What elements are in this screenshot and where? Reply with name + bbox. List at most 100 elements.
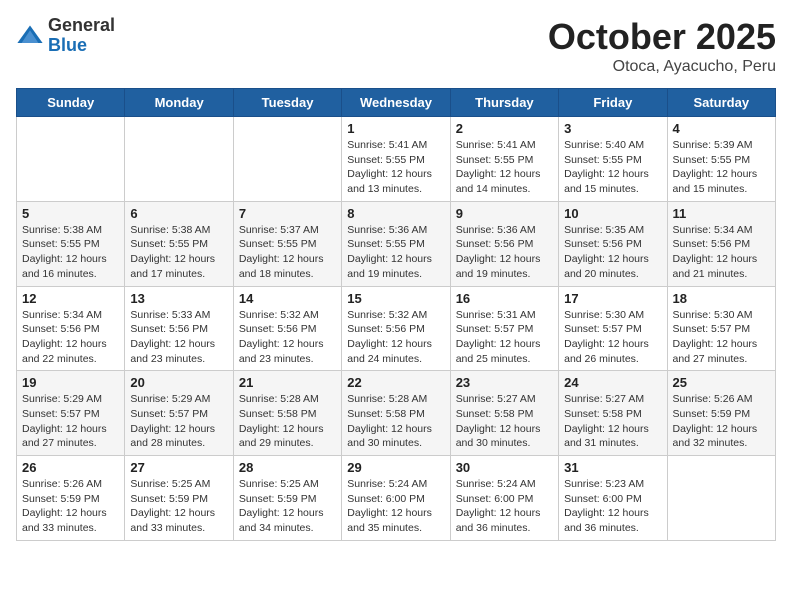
calendar-cell: 20Sunrise: 5:29 AM Sunset: 5:57 PM Dayli… [125,371,233,456]
weekday-header-tuesday: Tuesday [233,89,341,117]
calendar-cell [125,117,233,202]
day-info: Sunrise: 5:29 AM Sunset: 5:57 PM Dayligh… [22,392,119,451]
calendar-cell: 24 Sunrise: 5:27 AM Sunset: 5:58 PM Dayli… [559,371,667,456]
day-info: Sunrise: 5:38 AM Sunset: 5:55 PM Dayligh… [22,223,119,282]
day-number: 31 [564,460,661,475]
day-number: 10 [564,206,661,221]
day-info: Sunrise: 5:35 AM Sunset: 5:56 PM Dayligh… [564,223,661,282]
day-info: Sunrise: 5:38 AM Sunset: 5:55 PM Dayligh… [130,223,227,282]
day-number: 9 [456,206,553,221]
day-number: 27 [130,460,227,475]
day-info: Sunrise: 5:25 AM Sunset: 5:59 PM Dayligh… [239,477,336,536]
calendar-week-1: 1 Sunrise: 5:41 AM Sunset: 5:55 PM Daylig… [17,117,776,202]
logo-text: General Blue [48,16,115,56]
day-info: Sunrise: 5:26 AM Sunset: 5:59 PM Dayligh… [22,477,119,536]
day-number: 5 [22,206,119,221]
day-info: Sunrise: 5:23 AM Sunset: 6:00 PM Dayligh… [564,477,661,536]
calendar-cell: 27 Sunrise: 5:25 AM Sunset: 5:59 PM Dayli… [125,456,233,541]
calendar-cell: 13Sunrise: 5:33 AM Sunset: 5:56 PM Dayli… [125,286,233,371]
day-info: Sunrise: 5:30 AM Sunset: 5:57 PM Dayligh… [564,308,661,367]
logo-icon [16,22,44,50]
calendar-cell: 15Sunrise: 5:32 AM Sunset: 5:56 PM Dayli… [342,286,450,371]
day-info: Sunrise: 5:36 AM Sunset: 5:55 PM Dayligh… [347,223,444,282]
calendar-cell: 19Sunrise: 5:29 AM Sunset: 5:57 PM Dayli… [17,371,125,456]
day-number: 28 [239,460,336,475]
weekday-header-sunday: Sunday [17,89,125,117]
weekday-row: SundayMondayTuesdayWednesdayThursdayFrid… [17,89,776,117]
day-number: 2 [456,121,553,136]
calendar-table: SundayMondayTuesdayWednesdayThursdayFrid… [16,88,776,541]
day-number: 23 [456,375,553,390]
calendar-cell: 16Sunrise: 5:31 AM Sunset: 5:57 PM Dayli… [450,286,558,371]
day-number: 26 [22,460,119,475]
day-info: Sunrise: 5:34 AM Sunset: 5:56 PM Dayligh… [673,223,770,282]
calendar-cell: 17 Sunrise: 5:30 AM Sunset: 5:57 PM Dayli… [559,286,667,371]
calendar-cell: 9 Sunrise: 5:36 AM Sunset: 5:56 PM Daylig… [450,201,558,286]
day-info: Sunrise: 5:34 AM Sunset: 5:56 PM Dayligh… [22,308,119,367]
day-number: 15 [347,291,444,306]
title-block: October 2025 Otoca, Ayacucho, Peru [548,16,776,76]
day-number: 1 [347,121,444,136]
day-info: Sunrise: 5:30 AM Sunset: 5:57 PM Dayligh… [673,308,770,367]
calendar-subtitle: Otoca, Ayacucho, Peru [548,58,776,76]
day-info: Sunrise: 5:37 AM Sunset: 5:55 PM Dayligh… [239,223,336,282]
day-number: 7 [239,206,336,221]
weekday-header-wednesday: Wednesday [342,89,450,117]
logo: General Blue [16,16,115,56]
day-info: Sunrise: 5:25 AM Sunset: 5:59 PM Dayligh… [130,477,227,536]
calendar-cell: 26 Sunrise: 5:26 AM Sunset: 5:59 PM Dayli… [17,456,125,541]
day-number: 30 [456,460,553,475]
calendar-week-5: 26 Sunrise: 5:26 AM Sunset: 5:59 PM Dayli… [17,456,776,541]
calendar-week-4: 19Sunrise: 5:29 AM Sunset: 5:57 PM Dayli… [17,371,776,456]
day-info: Sunrise: 5:29 AM Sunset: 5:57 PM Dayligh… [130,392,227,451]
logo-blue-text: Blue [48,35,87,55]
calendar-cell: 28 Sunrise: 5:25 AM Sunset: 5:59 PM Dayli… [233,456,341,541]
calendar-cell: 8Sunrise: 5:36 AM Sunset: 5:55 PM Daylig… [342,201,450,286]
calendar-cell: 2 Sunrise: 5:41 AM Sunset: 5:55 PM Daylig… [450,117,558,202]
day-info: Sunrise: 5:36 AM Sunset: 5:56 PM Dayligh… [456,223,553,282]
calendar-cell: 23 Sunrise: 5:27 AM Sunset: 5:58 PM Dayli… [450,371,558,456]
day-info: Sunrise: 5:41 AM Sunset: 5:55 PM Dayligh… [347,138,444,197]
calendar-header: SundayMondayTuesdayWednesdayThursdayFrid… [17,89,776,117]
day-info: Sunrise: 5:28 AM Sunset: 5:58 PM Dayligh… [239,392,336,451]
day-number: 11 [673,206,770,221]
day-info: Sunrise: 5:24 AM Sunset: 6:00 PM Dayligh… [347,477,444,536]
calendar-cell: 5 Sunrise: 5:38 AM Sunset: 5:55 PM Daylig… [17,201,125,286]
day-number: 12 [22,291,119,306]
day-info: Sunrise: 5:39 AM Sunset: 5:55 PM Dayligh… [673,138,770,197]
calendar-cell: 1 Sunrise: 5:41 AM Sunset: 5:55 PM Daylig… [342,117,450,202]
calendar-cell: 14Sunrise: 5:32 AM Sunset: 5:56 PM Dayli… [233,286,341,371]
calendar-cell: 6 Sunrise: 5:38 AM Sunset: 5:55 PM Daylig… [125,201,233,286]
calendar-week-3: 12 Sunrise: 5:34 AM Sunset: 5:56 PM Dayli… [17,286,776,371]
day-number: 6 [130,206,227,221]
day-info: Sunrise: 5:28 AM Sunset: 5:58 PM Dayligh… [347,392,444,451]
weekday-header-thursday: Thursday [450,89,558,117]
day-info: Sunrise: 5:24 AM Sunset: 6:00 PM Dayligh… [456,477,553,536]
weekday-header-monday: Monday [125,89,233,117]
day-number: 25 [673,375,770,390]
day-info: Sunrise: 5:31 AM Sunset: 5:57 PM Dayligh… [456,308,553,367]
day-info: Sunrise: 5:27 AM Sunset: 5:58 PM Dayligh… [456,392,553,451]
page-header: General Blue October 2025 Otoca, Ayacuch… [16,16,776,76]
calendar-week-2: 5 Sunrise: 5:38 AM Sunset: 5:55 PM Daylig… [17,201,776,286]
day-number: 18 [673,291,770,306]
day-number: 3 [564,121,661,136]
calendar-cell: 30 Sunrise: 5:24 AM Sunset: 6:00 PM Dayli… [450,456,558,541]
day-number: 24 [564,375,661,390]
calendar-cell: 22 Sunrise: 5:28 AM Sunset: 5:58 PM Dayli… [342,371,450,456]
calendar-body: 1 Sunrise: 5:41 AM Sunset: 5:55 PM Daylig… [17,117,776,541]
weekday-header-friday: Friday [559,89,667,117]
day-info: Sunrise: 5:33 AM Sunset: 5:56 PM Dayligh… [130,308,227,367]
calendar-title: October 2025 [548,16,776,58]
calendar-cell: 31 Sunrise: 5:23 AM Sunset: 6:00 PM Dayli… [559,456,667,541]
day-info: Sunrise: 5:27 AM Sunset: 5:58 PM Dayligh… [564,392,661,451]
day-number: 17 [564,291,661,306]
day-number: 22 [347,375,444,390]
calendar-cell [667,456,775,541]
calendar-cell: 7 Sunrise: 5:37 AM Sunset: 5:55 PM Daylig… [233,201,341,286]
day-info: Sunrise: 5:41 AM Sunset: 5:55 PM Dayligh… [456,138,553,197]
calendar-cell: 29Sunrise: 5:24 AM Sunset: 6:00 PM Dayli… [342,456,450,541]
day-info: Sunrise: 5:40 AM Sunset: 5:55 PM Dayligh… [564,138,661,197]
day-info: Sunrise: 5:26 AM Sunset: 5:59 PM Dayligh… [673,392,770,451]
day-number: 14 [239,291,336,306]
